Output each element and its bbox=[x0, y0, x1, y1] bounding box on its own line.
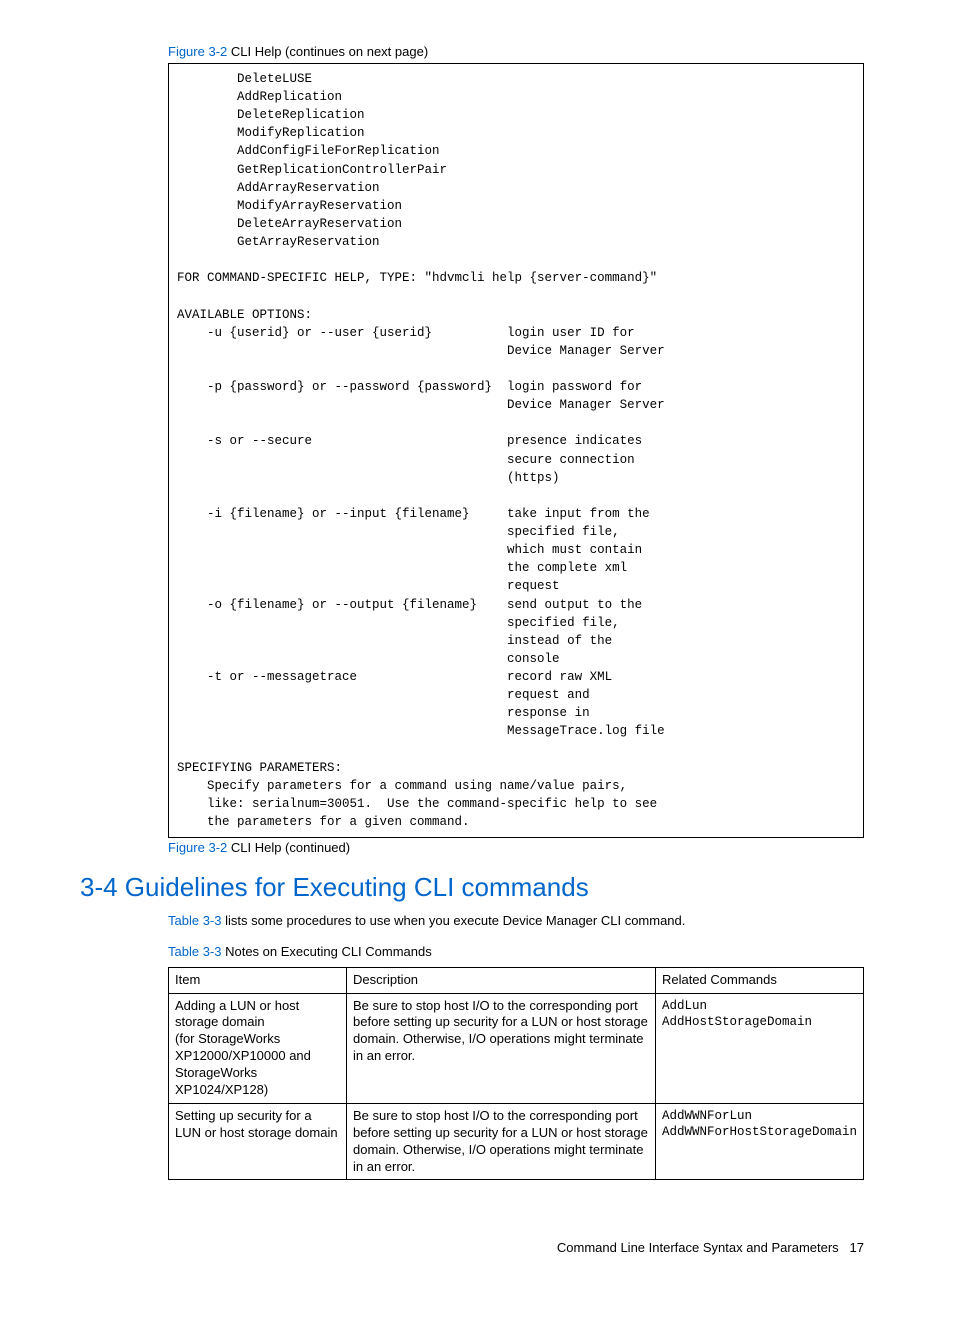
intro-paragraph: Table 3-3 lists some procedures to use w… bbox=[168, 913, 864, 930]
figure-link-bottom[interactable]: Figure 3-2 bbox=[168, 840, 227, 855]
table-row: Adding a LUN or host storage domain (for… bbox=[169, 993, 864, 1103]
footer-page: 17 bbox=[850, 1240, 864, 1255]
notes-table: Item Description Related Commands Adding… bbox=[168, 967, 864, 1181]
col-commands: Related Commands bbox=[655, 967, 863, 993]
page-footer: Command Line Interface Syntax and Parame… bbox=[80, 1240, 864, 1257]
section-heading: 3-4 Guidelines for Executing CLI command… bbox=[80, 871, 864, 905]
figure-caption-bottom: Figure 3-2 CLI Help (continued) bbox=[168, 840, 864, 857]
table-caption: Table 3-3 Notes on Executing CLI Command… bbox=[168, 944, 864, 961]
table-header-row: Item Description Related Commands bbox=[169, 967, 864, 993]
cli-help-box: DeleteLUSE AddReplication DeleteReplicat… bbox=[168, 63, 864, 838]
col-description: Description bbox=[347, 967, 656, 993]
cell-item: Setting up security for a LUN or host st… bbox=[169, 1103, 347, 1180]
figure-caption-top-text: CLI Help (continues on next page) bbox=[227, 44, 428, 59]
cell-cmds: AddLun AddHostStorageDomain bbox=[655, 993, 863, 1103]
table-link-intro[interactable]: Table 3-3 bbox=[168, 913, 221, 928]
cell-cmds: AddWWNForLun AddWWNForHostStorageDomain bbox=[655, 1103, 863, 1180]
cell-desc: Be sure to stop host I/O to the correspo… bbox=[347, 1103, 656, 1180]
intro-rest: lists some procedures to use when you ex… bbox=[221, 913, 685, 928]
cell-desc: Be sure to stop host I/O to the correspo… bbox=[347, 993, 656, 1103]
table-row: Setting up security for a LUN or host st… bbox=[169, 1103, 864, 1180]
figure-caption-top: Figure 3-2 CLI Help (continues on next p… bbox=[168, 44, 864, 61]
col-item: Item bbox=[169, 967, 347, 993]
cell-item: Adding a LUN or host storage domain (for… bbox=[169, 993, 347, 1103]
table-link-caption[interactable]: Table 3-3 bbox=[168, 944, 221, 959]
footer-title: Command Line Interface Syntax and Parame… bbox=[557, 1240, 839, 1255]
table-caption-rest: Notes on Executing CLI Commands bbox=[221, 944, 431, 959]
figure-caption-bottom-text: CLI Help (continued) bbox=[227, 840, 350, 855]
figure-link-top[interactable]: Figure 3-2 bbox=[168, 44, 227, 59]
